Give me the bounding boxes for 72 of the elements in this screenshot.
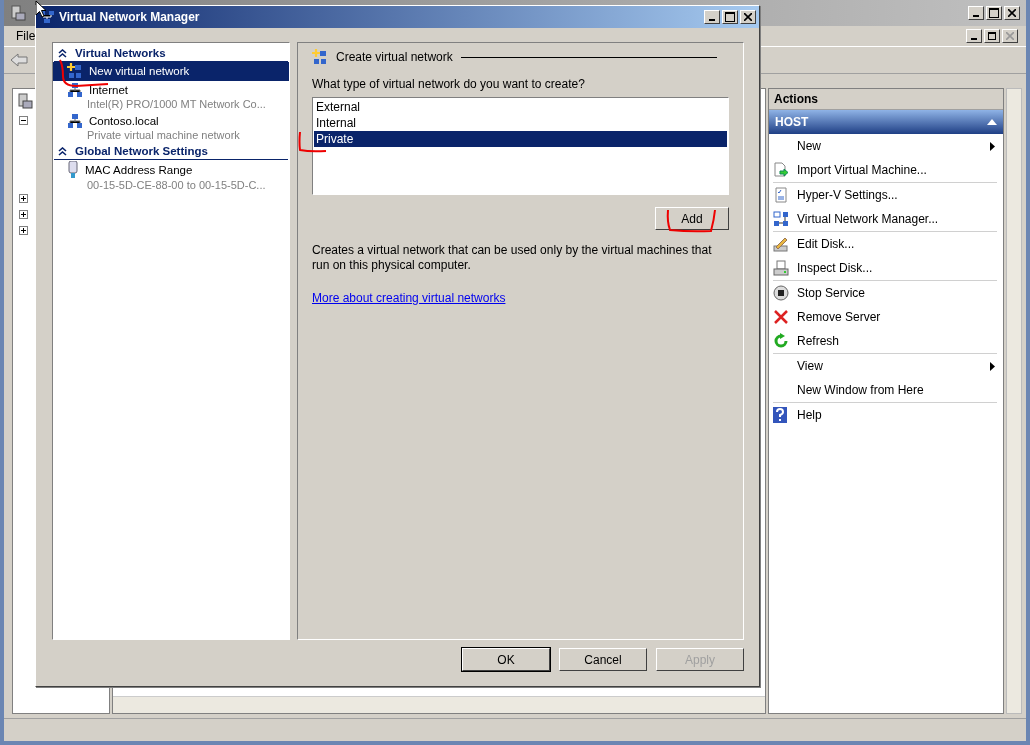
maximize-button[interactable] — [986, 6, 1002, 20]
expand-icon[interactable] — [19, 194, 28, 203]
close-icon — [1008, 9, 1016, 17]
list-item[interactable]: Internet Intel(R) PRO/1000 MT Network Co... — [53, 81, 289, 112]
network-adapter-icon — [67, 161, 79, 179]
list-item[interactable]: New virtual network — [53, 62, 289, 81]
checklist-icon — [773, 187, 789, 203]
close-button[interactable] — [740, 10, 756, 24]
action-item[interactable]: New — [773, 134, 997, 158]
close-icon — [1006, 32, 1014, 40]
list-option[interactable]: Internal — [314, 115, 727, 131]
close-button[interactable] — [1002, 29, 1018, 43]
minimize-button[interactable] — [704, 10, 720, 24]
minimize-button[interactable] — [966, 29, 982, 43]
network-icon — [67, 82, 83, 98]
help-link[interactable]: More about creating virtual networks — [312, 291, 506, 305]
action-item[interactable]: Hyper-V Settings... — [773, 183, 997, 207]
section-header[interactable]: HOST — [769, 110, 1003, 134]
minimize-button[interactable] — [968, 6, 984, 20]
add-button[interactable]: Add — [655, 207, 729, 230]
restore-button[interactable] — [984, 29, 1000, 43]
submenu-arrow-icon — [990, 141, 995, 151]
menu-item[interactable]: File — [12, 29, 40, 43]
pane-title: Actions — [769, 89, 1003, 110]
collapse-icon[interactable] — [19, 116, 28, 125]
action-item[interactable]: Remove Server — [773, 305, 997, 329]
add-network-icon — [312, 49, 328, 65]
add-network-icon — [67, 63, 83, 79]
action-item[interactable]: View — [773, 354, 997, 378]
group-heading: Create virtual network — [336, 50, 453, 64]
server-icon — [17, 93, 33, 109]
list-option[interactable]: Private — [314, 131, 727, 147]
chevron-icon[interactable] — [58, 146, 67, 156]
dialog-button[interactable]: OK — [462, 648, 550, 671]
network-icon — [39, 9, 55, 25]
question-label: What type of virtual network do you want to create? — [312, 77, 585, 91]
close-icon — [744, 13, 752, 21]
maximize-button[interactable] — [722, 10, 738, 24]
pencil-icon — [773, 236, 789, 252]
server-icon — [10, 5, 26, 21]
close-button[interactable] — [1004, 6, 1020, 20]
description-text: Creates a virtual network that can be used only by the virtual machines that run on this physical computer. — [312, 243, 713, 273]
expand-icon[interactable] — [19, 226, 28, 235]
action-item[interactable]: Refresh — [773, 329, 997, 353]
action-item[interactable]: Stop Service — [773, 281, 997, 305]
action-item[interactable]: Edit Disk... — [773, 232, 997, 256]
chevron-icon[interactable] — [58, 48, 67, 58]
submenu-arrow-icon — [990, 361, 995, 371]
vertical-scrollbar[interactable] — [1006, 88, 1022, 714]
expand-icon[interactable] — [19, 210, 28, 219]
section-heading: Virtual Networks — [75, 47, 166, 59]
dialog-button[interactable]: Cancel — [559, 648, 647, 671]
horizontal-scrollbar[interactable] — [113, 696, 765, 713]
action-item[interactable]: Import Virtual Machine... — [773, 158, 997, 182]
list-option[interactable]: External — [314, 99, 727, 115]
network-icon — [67, 113, 83, 129]
action-item[interactable]: Virtual Network Manager... — [773, 207, 997, 231]
stop-icon — [773, 285, 789, 301]
document-arrow-icon — [773, 162, 789, 178]
refresh-icon — [773, 333, 789, 349]
section-heading: Global Network Settings — [75, 145, 208, 157]
list-item[interactable]: Contoso.local Private virtual machine network — [53, 112, 289, 143]
list-item[interactable]: MAC Address Range 00-15-5D-CE-88-00 to 00-15-5D-C... — [53, 160, 289, 193]
x-icon — [773, 309, 789, 325]
network-icon — [773, 211, 789, 227]
window-title: Virtual Network Manager — [59, 10, 200, 24]
action-item[interactable]: New Window from Here — [773, 378, 997, 402]
help-icon — [773, 407, 787, 423]
disk-icon — [773, 260, 789, 276]
caret-icon[interactable] — [987, 119, 997, 125]
action-item[interactable]: Help — [773, 403, 997, 427]
action-item[interactable]: Inspect Disk... — [773, 256, 997, 280]
